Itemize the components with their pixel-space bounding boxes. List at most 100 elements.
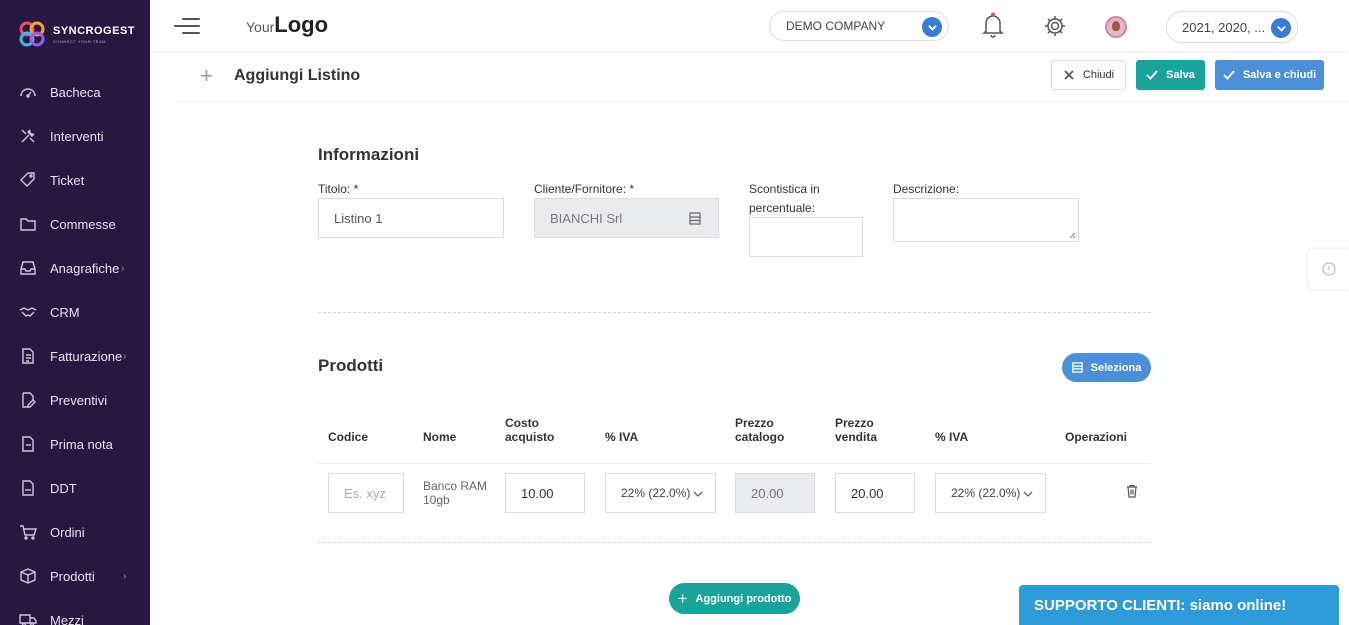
column-header-name: Nome bbox=[423, 430, 457, 444]
title-input[interactable]: Listino 1 bbox=[318, 198, 504, 238]
column-header-operations: Operazioni bbox=[1065, 430, 1128, 444]
save-button[interactable]: Salva bbox=[1136, 60, 1205, 90]
sidebar-item-label: DDT bbox=[50, 480, 77, 496]
client-select[interactable]: BIANCHI Srl bbox=[534, 198, 719, 238]
brand[interactable]: SYNCROGEST CONNECT YOUR TEAM bbox=[0, 0, 150, 68]
chevron-down-icon bbox=[922, 17, 942, 37]
description-label: Descrizione: bbox=[893, 182, 960, 196]
avatar[interactable] bbox=[1105, 16, 1127, 38]
logo-light-text: Your bbox=[246, 19, 275, 35]
logo-bold-text: Logo bbox=[274, 12, 329, 37]
year-select[interactable]: 2021, 2020, ... bbox=[1166, 11, 1298, 43]
plus-icon: + bbox=[677, 588, 688, 608]
chevron-down-icon bbox=[1023, 491, 1033, 497]
chevron-right-icon: › bbox=[121, 262, 125, 274]
sidebar-item-label: Interventi bbox=[50, 128, 104, 144]
close-icon bbox=[1064, 70, 1074, 80]
tools-icon bbox=[21, 129, 35, 143]
sidebar-item-label: Preventivi bbox=[50, 392, 108, 408]
sidebar-item-label: Ordini bbox=[50, 524, 85, 540]
truck-icon bbox=[19, 614, 37, 625]
sidebar-item-ordini[interactable]: Ordini bbox=[0, 510, 150, 554]
trash-icon[interactable] bbox=[1126, 484, 1138, 503]
save-button-label: Salva bbox=[1166, 69, 1195, 81]
sidebar-item-label: Bacheca bbox=[50, 84, 101, 100]
check-icon bbox=[1223, 70, 1235, 80]
list-icon bbox=[1071, 362, 1083, 373]
save-and-close-button[interactable]: Salva e chiudi bbox=[1215, 60, 1324, 90]
cart-icon bbox=[20, 525, 37, 540]
select-products-button[interactable]: Seleziona bbox=[1062, 353, 1151, 382]
box-icon bbox=[20, 568, 36, 584]
product-cost-input[interactable]: 10.00 bbox=[505, 473, 585, 513]
product-cost-value: 10.00 bbox=[521, 485, 554, 501]
company-logo[interactable]: YourLogo bbox=[246, 12, 328, 38]
ddt-file-icon bbox=[22, 480, 34, 496]
section-divider bbox=[318, 312, 1151, 313]
sidebar-item-prodotti[interactable]: Prodotti › bbox=[0, 554, 150, 598]
product-vat-sale-value: 22% (22.0%) bbox=[951, 486, 1021, 500]
page-title: Aggiungi Listino bbox=[234, 67, 361, 84]
sidebar: SYNCROGEST CONNECT YOUR TEAM Bacheca Int… bbox=[0, 0, 150, 625]
sidebar-item-anagrafiche[interactable]: Anagrafiche › bbox=[0, 246, 150, 290]
info-section-title: Informazioni bbox=[318, 145, 420, 164]
resize-handle-icon[interactable] bbox=[1069, 232, 1076, 239]
info-icon bbox=[1321, 262, 1336, 276]
add-product-button[interactable]: + Aggiungi prodotto bbox=[669, 583, 800, 614]
sidebar-item-ddt[interactable]: DDT bbox=[0, 466, 150, 510]
chevron-right-icon: › bbox=[123, 350, 127, 362]
product-code-input[interactable]: Es. xyz bbox=[328, 473, 404, 513]
sidebar-item-crm[interactable]: CRM bbox=[0, 290, 150, 334]
sidebar-item-commesse[interactable]: Commesse bbox=[0, 202, 150, 246]
sidebar-item-label: Mezzi bbox=[50, 612, 84, 625]
sidebar-item-preventivi[interactable]: Preventivi bbox=[0, 378, 150, 422]
sidebar-item-interventi[interactable]: Interventi bbox=[0, 114, 150, 158]
sidebar-item-prima-nota[interactable]: Prima nota bbox=[0, 422, 150, 466]
product-catalog-price-value: 20.00 bbox=[751, 485, 784, 501]
discount-label: Scontistica in percentuale: bbox=[749, 182, 820, 215]
product-code-placeholder: Es. xyz bbox=[344, 485, 386, 501]
sidebar-item-ticket[interactable]: Ticket bbox=[0, 158, 150, 202]
table-bottom-divider bbox=[318, 542, 1151, 543]
product-name: Banco RAM 10gb bbox=[423, 479, 488, 507]
product-vat-sale-select[interactable]: 22% (22.0%) bbox=[935, 473, 1046, 513]
plus-icon: + bbox=[200, 63, 213, 88]
product-vat-select[interactable]: 22% (22.0%) bbox=[605, 473, 716, 513]
sidebar-item-fatturazione[interactable]: Fatturazione › bbox=[0, 334, 150, 378]
column-header-vat-sale: % IVA bbox=[935, 430, 969, 444]
column-header-cost: Costo acquisto bbox=[505, 416, 555, 444]
title-input-value: Listino 1 bbox=[334, 210, 383, 226]
column-header-catalog-price: Prezzo catalogo bbox=[735, 416, 785, 444]
company-select[interactable]: DEMO COMPANY bbox=[769, 11, 949, 41]
sidebar-item-bacheca[interactable]: Bacheca bbox=[0, 70, 150, 114]
sidebar-item-label: Ticket bbox=[50, 172, 85, 188]
column-header-code: Codice bbox=[328, 430, 369, 444]
close-button[interactable]: Chiudi bbox=[1051, 60, 1126, 90]
syncrogest-logo-icon bbox=[17, 19, 47, 49]
topbar: YourLogo DEMO COMPANY 2021, 2020, ... bbox=[150, 0, 1349, 51]
info-side-tab[interactable] bbox=[1308, 249, 1349, 289]
products-section-title: Prodotti bbox=[318, 356, 384, 375]
column-header-vat: % IVA bbox=[605, 430, 639, 444]
close-button-label: Chiudi bbox=[1082, 69, 1115, 81]
brand-tagline: CONNECT YOUR TEAM bbox=[53, 38, 106, 44]
check-icon bbox=[1146, 70, 1158, 80]
handshake-icon bbox=[19, 307, 37, 317]
sidebar-item-label: CRM bbox=[50, 304, 80, 320]
sidebar-item-label: Prodotti bbox=[50, 568, 95, 584]
product-catalog-price-input: 20.00 bbox=[735, 473, 815, 513]
menu-toggle-icon[interactable] bbox=[174, 18, 200, 34]
support-chat-banner[interactable]: SUPPORTO CLIENTI: siamo online! bbox=[1019, 585, 1339, 625]
sidebar-item-mezzi[interactable]: Mezzi bbox=[0, 598, 150, 625]
column-header-sale-price: Prezzo vendita bbox=[835, 416, 878, 444]
sidebar-item-label: Fatturazione bbox=[50, 348, 123, 364]
folder-icon bbox=[20, 218, 36, 231]
page-header: + Aggiungi Listino Chiudi Salva Salva e … bbox=[176, 51, 1349, 102]
gear-icon[interactable] bbox=[1044, 15, 1066, 42]
description-textarea[interactable] bbox=[893, 198, 1079, 242]
tag-icon bbox=[20, 172, 35, 187]
discount-input[interactable] bbox=[749, 217, 863, 257]
bell-icon[interactable] bbox=[982, 12, 1004, 43]
product-sale-price-input[interactable]: 20.00 bbox=[835, 473, 915, 513]
sidebar-nav: Bacheca Interventi Ticket Commesse Anagr… bbox=[0, 70, 150, 625]
